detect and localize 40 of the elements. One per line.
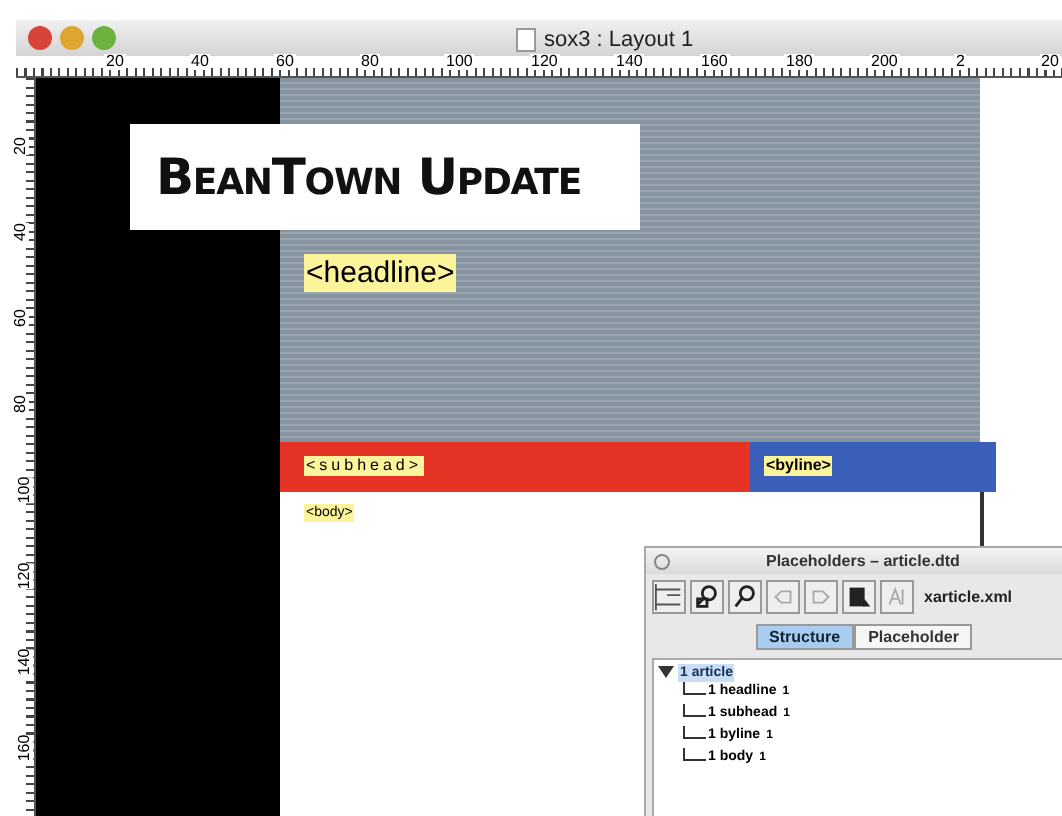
ruler-label: 60: [274, 54, 296, 70]
masthead-title: BeanTown Update: [156, 145, 581, 210]
tab[interactable]: Placeholder: [854, 624, 973, 650]
ruler-label: 20: [1039, 54, 1061, 70]
tool-button[interactable]: [690, 580, 724, 614]
window-title: sox3 : Layout 1: [544, 26, 694, 54]
ruler-label: 20: [12, 137, 29, 155]
ruler-label: 60: [12, 309, 29, 327]
magnifier-icon: [692, 582, 722, 612]
file-name: xarticle.xml: [924, 585, 1013, 609]
ruler-label: 140: [614, 54, 645, 70]
ruler-label: 160: [17, 734, 34, 762]
close-button[interactable]: [654, 553, 670, 569]
ruler-label: 2: [954, 54, 967, 70]
ruler-label: 180: [784, 54, 815, 70]
tool-button[interactable]: [728, 580, 762, 614]
tab[interactable]: Structure: [755, 624, 855, 650]
ruler-label: 20: [104, 54, 126, 70]
ruler-label: 100: [17, 476, 34, 504]
ruler-label: 120: [529, 54, 560, 70]
ruler-label: 40: [189, 54, 211, 70]
window-control-button[interactable]: [28, 26, 52, 50]
headline-field[interactable]: <headline>: [304, 254, 457, 292]
window-control-button[interactable]: [92, 26, 116, 50]
ruler-label: 120: [17, 562, 34, 590]
disclosure-triangle-icon[interactable]: [658, 666, 674, 680]
ruler-label: 140: [17, 648, 34, 676]
ruler-label: 40: [12, 223, 29, 241]
ruler-label: 160: [699, 54, 730, 70]
ruler-label: 80: [12, 395, 29, 413]
palette-title: Placeholders – article.dtd: [766, 549, 960, 573]
ruler-label: 200: [869, 54, 900, 70]
ruler-label: 100: [444, 54, 475, 70]
byline-field[interactable]: <byline>: [764, 456, 833, 476]
ruler-label: 80: [359, 54, 381, 70]
frame-edge: [980, 492, 984, 548]
tool-button[interactable]: [652, 580, 686, 614]
tree-icon: [654, 582, 684, 612]
search-icon: [730, 582, 760, 612]
subhead-field[interactable]: <subhead>: [304, 456, 425, 476]
